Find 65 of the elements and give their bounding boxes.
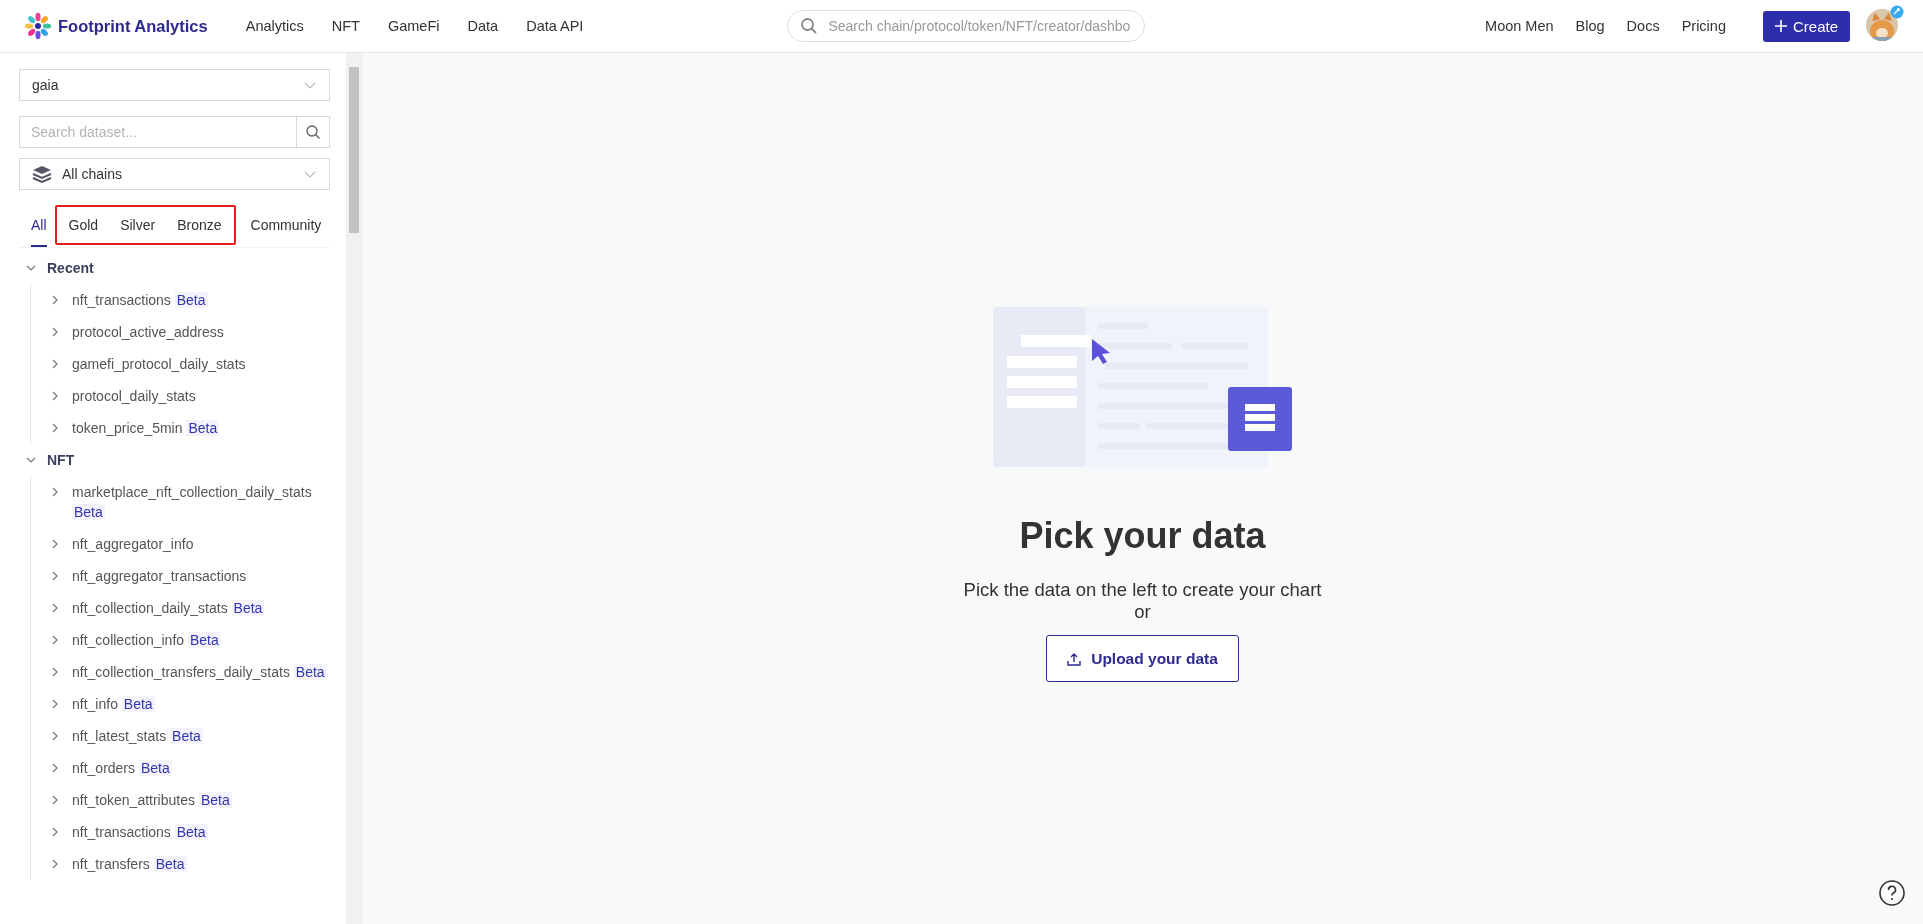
beta-badge: Beta [174, 292, 208, 308]
scrollbar[interactable] [346, 53, 362, 924]
beta-badge: Beta [198, 792, 232, 808]
dataset-name[interactable]: nft_collection_transfers_daily_stats [72, 664, 290, 680]
beta-badge: Beta [170, 728, 203, 744]
beta-badge: Beta [186, 420, 220, 436]
layers-icon [32, 165, 52, 183]
upload-icon [1067, 651, 1082, 666]
dataset-name[interactable]: nft_token_attributes [72, 792, 195, 808]
create-button[interactable]: Create [1762, 10, 1850, 42]
verified-badge-icon [1890, 5, 1904, 19]
beta-badge: Beta [121, 696, 155, 712]
beta-badge: Beta [231, 600, 265, 616]
nav-link[interactable]: NFT [317, 18, 374, 34]
nav-link[interactable]: Docs [1615, 18, 1671, 34]
dataset-name[interactable]: nft_transactions [72, 292, 171, 308]
beta-badge: Beta [293, 664, 327, 680]
tab[interactable]: Gold [57, 209, 110, 241]
dataset-name[interactable]: nft_transfers [72, 856, 150, 872]
dataset-name[interactable]: protocol_daily_stats [72, 388, 196, 404]
project-select[interactable]: gaia [19, 69, 330, 101]
search-icon [800, 17, 819, 35]
tab[interactable]: All [31, 203, 47, 247]
nav-link[interactable]: Analytics [231, 18, 318, 34]
tab[interactable]: Silver [109, 209, 167, 241]
empty-state-title: Pick your data [1019, 515, 1266, 557]
dataset-search-field[interactable]: Search dataset... [19, 116, 296, 148]
search-button[interactable] [296, 116, 330, 148]
beta-badge: Beta [187, 632, 221, 648]
search-field[interactable]: Search chain/protocol/token/NFT/creator/dashbo [787, 10, 1146, 42]
nav-link[interactable]: Data [453, 18, 513, 34]
beta-badge: Beta [174, 824, 208, 840]
nav-link[interactable]: Moon Men [1474, 18, 1565, 34]
dataset-name[interactable]: token_price_5min [72, 420, 183, 436]
brand-name[interactable]: Footprint Analytics [58, 16, 208, 36]
dataset-name[interactable]: nft_latest_stats [72, 728, 167, 744]
dataset-name[interactable]: nft_orders [72, 760, 136, 776]
beta-badge: Beta [72, 504, 105, 520]
tab[interactable]: Bronze [166, 209, 233, 241]
empty-state-text: Pick the data on the left to create your chart [963, 579, 1322, 601]
logo-icon [24, 12, 52, 40]
nav-link[interactable]: GameFi [373, 18, 454, 34]
scrollbar-thumb[interactable] [349, 67, 359, 233]
dataset-name[interactable]: nft_transactions [72, 824, 171, 840]
empty-state-text: or [1134, 601, 1151, 623]
tab[interactable]: Community [239, 203, 333, 247]
dataset-name[interactable]: nft_collection_daily_stats [72, 600, 228, 616]
dataset-name[interactable]: nft_aggregator_transactions [72, 568, 247, 584]
beta-badge: Beta [153, 856, 187, 872]
dataset-name[interactable]: nft_aggregator_info [72, 536, 194, 552]
dataset-name[interactable]: marketplace_nft_collection_daily_stats [72, 484, 312, 500]
dataset-name[interactable]: nft_info [72, 696, 118, 712]
nav-link[interactable]: Pricing [1670, 18, 1737, 34]
tree-group-label[interactable]: Recent [47, 260, 94, 276]
beta-badge: Beta [138, 760, 172, 776]
tree-group-label[interactable]: NFT [47, 452, 75, 468]
chain-select[interactable]: All chains [19, 158, 330, 190]
dataset-name[interactable]: nft_collection_info [72, 632, 185, 648]
plus-icon [1774, 20, 1787, 32]
nav-link[interactable]: Blog [1564, 18, 1616, 34]
nav-link[interactable]: Data API [512, 18, 598, 34]
help-icon[interactable] [1878, 879, 1906, 907]
dataset-name[interactable]: protocol_active_address [72, 324, 224, 340]
dataset-name[interactable]: gamefi_protocol_daily_stats [72, 356, 246, 372]
upload-button[interactable]: Upload your data [1046, 635, 1239, 682]
